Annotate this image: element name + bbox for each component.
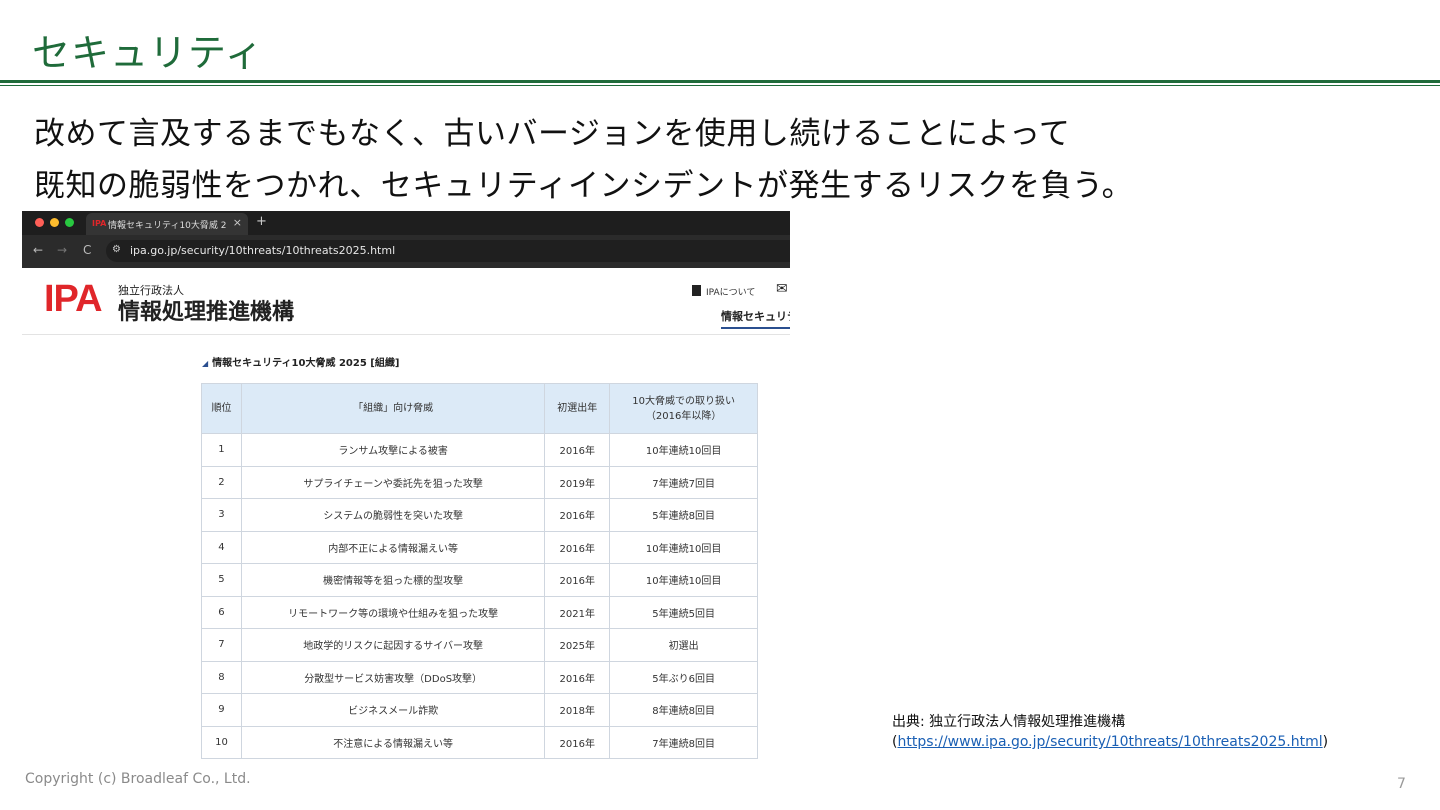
- header-rank: 順位: [201, 383, 242, 434]
- address-url: ipa.go.jp/security/10threats/10threats20…: [130, 244, 396, 257]
- browser-tab-strip: IPA 情報セキュリティ10大脅威 2025 × +: [22, 211, 790, 235]
- lead-text: 改めて言及するまでもなく、古いバージョンを使用し続けることによって 既知の脆弱性…: [34, 108, 1133, 212]
- cell-threat: 地政学的リスクに起因するサイバー攻撃: [240, 628, 546, 662]
- source-prefix: 出典: 独立行政法人情報処理推進機構: [892, 714, 1126, 730]
- table-row: 7 地政学的リスクに起因するサイバー攻撃 2025年 初選出: [201, 628, 758, 662]
- reload-icon[interactable]: C: [83, 243, 91, 257]
- cell-count: 7年連続7回目: [609, 465, 758, 499]
- browser-tab-active[interactable]: IPA 情報セキュリティ10大脅威 2025 ×: [86, 213, 248, 235]
- cell-first-year: 2021年: [544, 595, 611, 629]
- title-divider-thick: [0, 80, 1440, 83]
- browser-screenshot: IPA 情報セキュリティ10大脅威 2025 × + ← → C ⚙ ipa.g…: [22, 211, 790, 759]
- cell-first-year: 2016年: [544, 530, 611, 564]
- cell-threat: ビジネスメール詐欺: [240, 693, 546, 727]
- cell-count: 10年連続10回目: [609, 530, 758, 564]
- table-row: 9 ビジネスメール詐欺 2018年 8年連続8回目: [201, 693, 758, 727]
- table-row: 3 システムの脆弱性を突いた攻撃 2016年 5年連続8回目: [201, 498, 758, 532]
- site-info-icon[interactable]: ⚙: [112, 244, 121, 255]
- table-row: 4 内部不正による情報漏えい等 2016年 10年連続10回目: [201, 530, 758, 564]
- table-row: 5 機密情報等を狙った標的型攻撃 2016年 10年連続10回目: [201, 563, 758, 597]
- ipa-favicon-icon: IPA: [92, 219, 107, 228]
- cell-count: 5年連続5回目: [609, 595, 758, 629]
- cell-first-year: 2016年: [544, 563, 611, 597]
- page-number: 7: [1397, 776, 1406, 792]
- cell-threat: 機密情報等を狙った標的型攻撃: [240, 563, 546, 597]
- cell-threat: システムの脆弱性を突いた攻撃: [240, 498, 546, 532]
- new-tab-icon[interactable]: +: [256, 214, 267, 229]
- cell-count: 10年連続10回目: [609, 433, 758, 467]
- window-controls: [35, 218, 74, 227]
- cell-threat: サプライチェーンや委託先を狙った攻撃: [240, 465, 546, 499]
- cell-rank: 3: [201, 498, 242, 532]
- slide-title: セキュリティ: [32, 31, 264, 75]
- browser-toolbar: ← → C ⚙ ipa.go.jp/security/10threats/10t…: [22, 235, 790, 268]
- lead-line-2: 既知の脆弱性をつかれ、セキュリティインシデントが発生するリスクを負う。: [34, 168, 1134, 204]
- cell-first-year: 2025年: [544, 628, 611, 662]
- about-ipa-link[interactable]: IPAについて: [706, 285, 755, 298]
- cell-rank: 1: [201, 433, 242, 467]
- lead-line-1: 改めて言及するまでもなく、古いバージョンを使用し続けることによって: [34, 116, 1071, 152]
- cell-first-year: 2016年: [544, 433, 611, 467]
- table-row: 10 不注意による情報漏えい等 2016年 7年連続8回目: [201, 725, 758, 759]
- cell-rank: 8: [201, 660, 242, 694]
- cell-first-year: 2016年: [544, 725, 611, 759]
- threats-table: 順位 「組織」向け脅威 初選出年 10大脅威での取り扱い （2016年以降） 1…: [201, 383, 758, 759]
- header-count-line-1: 10大脅威での取り扱い: [632, 395, 735, 407]
- cell-rank: 9: [201, 693, 242, 727]
- cell-count: 初選出: [609, 628, 758, 662]
- cell-count: 5年ぶり6回目: [609, 660, 758, 694]
- section-heading: ◢ 情報セキュリティ10大脅威 2025 [組織]: [202, 354, 399, 369]
- source-citation: 出典: 独立行政法人情報処理推進機構 (https://www.ipa.go.j…: [892, 712, 1328, 752]
- ipa-site-header: IPA 独立行政法人 情報処理推進機構 IPAについて ✉ 情報セキュリテ: [22, 268, 790, 335]
- cell-rank: 5: [201, 563, 242, 597]
- header-count-line-2: （2016年以降）: [645, 410, 722, 422]
- table-body: 1 ランサム攻撃による被害 2016年 10年連続10回目 2 サプライチェーンや委託先を…: [201, 433, 758, 759]
- cell-first-year: 2016年: [544, 498, 611, 532]
- cell-rank: 10: [201, 725, 242, 759]
- source-link-line: (https://www.ipa.go.jp/security/10threat…: [892, 734, 1329, 750]
- address-bar[interactable]: ⚙ ipa.go.jp/security/10threats/10threats…: [106, 240, 790, 262]
- minimize-window-dot-icon[interactable]: [50, 218, 59, 227]
- zoom-window-dot-icon[interactable]: [65, 218, 74, 227]
- header-threat: 「組織」向け脅威: [240, 383, 546, 434]
- cell-threat: リモートワーク等の環境や仕組みを狙った攻撃: [240, 595, 546, 629]
- cell-threat: 分散型サービス妨害攻撃（DDoS攻撃）: [240, 660, 546, 694]
- cell-count: 7年連続8回目: [609, 725, 758, 759]
- copyright-text: Copyright (c) Broadleaf Co., Ltd.: [25, 771, 251, 787]
- header-first-year: 初選出年: [544, 383, 611, 434]
- mail-icon[interactable]: ✉: [776, 281, 788, 297]
- tab-title: 情報セキュリティ10大脅威 2025: [108, 221, 226, 231]
- cell-count: 10年連続10回目: [609, 563, 758, 597]
- cell-first-year: 2016年: [544, 660, 611, 694]
- close-window-dot-icon[interactable]: [35, 218, 44, 227]
- cell-first-year: 2019年: [544, 465, 611, 499]
- table-row: 2 サプライチェーンや委託先を狙った攻撃 2019年 7年連続7回目: [201, 465, 758, 499]
- cell-first-year: 2018年: [544, 693, 611, 727]
- cell-threat: 内部不正による情報漏えい等: [240, 530, 546, 564]
- tab-close-icon[interactable]: ×: [233, 216, 242, 229]
- cell-threat: ランサム攻撃による被害: [240, 433, 546, 467]
- cell-count: 8年連続8回目: [609, 693, 758, 727]
- forward-arrow-icon[interactable]: →: [57, 243, 67, 257]
- section-heading-text: 情報セキュリティ10大脅威 2025 [組織]: [212, 358, 400, 369]
- table-row: 1 ランサム攻撃による被害 2016年 10年連続10回目: [201, 433, 758, 467]
- cell-threat: 不注意による情報漏えい等: [240, 725, 546, 759]
- nav-item-information-security[interactable]: 情報セキュリテ: [721, 308, 790, 329]
- cell-count: 5年連続8回目: [609, 498, 758, 532]
- document-icon: [692, 285, 701, 296]
- table-header-row: 順位 「組織」向け脅威 初選出年 10大脅威での取り扱い （2016年以降）: [201, 383, 758, 434]
- source-url-link[interactable]: https://www.ipa.go.jp/security/10threats…: [897, 734, 1322, 750]
- back-arrow-icon[interactable]: ←: [33, 243, 43, 257]
- header-count: 10大脅威での取り扱い （2016年以降）: [609, 383, 758, 434]
- cell-rank: 7: [201, 628, 242, 662]
- ipa-logo[interactable]: IPA: [44, 278, 103, 321]
- cell-rank: 2: [201, 465, 242, 499]
- table-row: 8 分散型サービス妨害攻撃（DDoS攻撃） 2016年 5年ぶり6回目: [201, 660, 758, 694]
- triangle-marker-icon: ◢: [202, 359, 209, 368]
- title-divider-thin: [0, 85, 1440, 86]
- table-row: 6 リモートワーク等の環境や仕組みを狙った攻撃 2021年 5年連続5回目: [201, 595, 758, 629]
- cell-rank: 4: [201, 530, 242, 564]
- org-name-label: 情報処理推進機構: [118, 300, 295, 325]
- cell-rank: 6: [201, 595, 242, 629]
